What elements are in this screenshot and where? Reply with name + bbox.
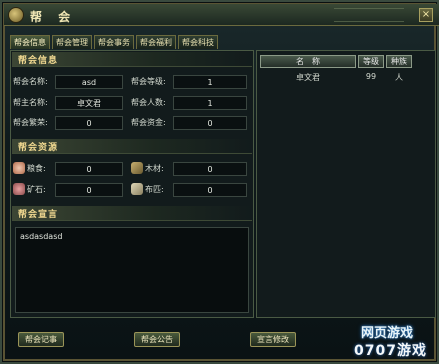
guild-notice-button[interactable]: 帮会公告 xyxy=(134,332,180,347)
info-row-2: 帮主名称: 卓文君 帮会人数: 1 xyxy=(13,96,251,110)
prosperity-label: 帮会繁荣: xyxy=(13,118,48,127)
column-header-race[interactable]: 种族 xyxy=(386,55,412,68)
site-watermark: 网页游戏 0707游戏 xyxy=(347,320,427,364)
section-title-declaration: 帮会宣言 xyxy=(18,210,59,220)
section-header-info: 帮会信息 xyxy=(12,52,252,67)
close-button[interactable]: × xyxy=(419,8,433,22)
column-header-name[interactable]: 名 称 xyxy=(260,55,356,68)
guild-level-label: 帮会等级: xyxy=(131,77,166,86)
tab-guild-management[interactable]: 帮会管理 xyxy=(52,35,92,49)
resource-row-2: 矿石: 0 布匹: 0 xyxy=(13,183,251,197)
grain-label: 粮食: xyxy=(27,164,46,173)
tab-bar: 帮会信息 帮会管理 帮会事务 帮会福利 帮会科技 xyxy=(10,35,220,49)
member-list-panel: 名 称 等级 种族 卓文君 99 人 xyxy=(256,50,436,318)
tab-guild-welfare[interactable]: 帮会福利 xyxy=(136,35,176,49)
member-count-value: 1 xyxy=(173,96,247,110)
tab-guild-technology[interactable]: 帮会科技 xyxy=(178,35,218,49)
leader-name-value: 卓文君 xyxy=(55,96,123,110)
watermark-line-2: 0707游戏 xyxy=(354,343,427,359)
member-count-label: 帮会人数: xyxy=(131,98,166,107)
guild-window: 帮 会 × 帮会信息 帮会管理 帮会事务 帮会福利 帮会科技 帮会信息 帮会名称… xyxy=(0,0,439,364)
resource-row-1: 粮食: 0 木材: 0 xyxy=(13,162,251,176)
member-race: 人 xyxy=(395,73,403,82)
guild-level-value: 1 xyxy=(173,75,247,89)
info-row-3: 帮会繁荣: 0 帮会资金: 0 xyxy=(13,116,251,130)
member-level: 99 xyxy=(365,72,377,81)
guild-emblem-icon xyxy=(8,7,24,23)
wood-value: 0 xyxy=(173,162,247,176)
cloth-value: 0 xyxy=(173,183,247,197)
funds-value: 0 xyxy=(173,116,247,130)
declaration-textbox[interactable]: asdasdasd xyxy=(15,227,249,313)
member-row[interactable]: 卓文君 99 人 xyxy=(260,72,412,84)
wood-label: 木材: xyxy=(145,164,164,173)
column-header-level[interactable]: 等级 xyxy=(358,55,384,68)
cloth-icon xyxy=(131,183,143,195)
cloth-label: 布匹: xyxy=(145,185,164,194)
grain-icon xyxy=(13,162,25,174)
tab-guild-affairs[interactable]: 帮会事务 xyxy=(94,35,134,49)
guild-history-button[interactable]: 帮会记事 xyxy=(18,332,64,347)
title-bar[interactable]: 帮 会 × xyxy=(4,4,439,26)
grain-value: 0 xyxy=(55,162,123,176)
section-header-resources: 帮会资源 xyxy=(12,139,252,154)
prosperity-value: 0 xyxy=(55,116,123,130)
tab-guild-info[interactable]: 帮会信息 xyxy=(10,35,50,49)
ore-label: 矿石: xyxy=(27,185,46,194)
guild-name-label: 帮会名称: xyxy=(13,77,48,86)
wood-icon xyxy=(131,162,143,174)
info-row-1: 帮会名称: asd 帮会等级: 1 xyxy=(13,75,251,89)
ore-icon xyxy=(13,183,25,195)
member-name: 卓文君 xyxy=(296,73,320,82)
title-decoration xyxy=(334,8,404,22)
section-title-resources: 帮会资源 xyxy=(18,143,59,153)
window-title: 帮 会 xyxy=(30,10,77,24)
ore-value: 0 xyxy=(55,183,123,197)
guild-info-panel: 帮会信息 帮会名称: asd 帮会等级: 1 帮主名称: 卓文君 帮会人数: 1… xyxy=(10,50,254,318)
section-header-declaration: 帮会宣言 xyxy=(12,206,252,221)
guild-name-value: asd xyxy=(55,75,123,89)
funds-label: 帮会资金: xyxy=(131,118,166,127)
section-title-info: 帮会信息 xyxy=(18,56,59,66)
edit-declaration-button[interactable]: 宣言修改 xyxy=(250,332,296,347)
watermark-line-1: 网页游戏 xyxy=(360,326,413,341)
leader-name-label: 帮主名称: xyxy=(13,98,48,107)
